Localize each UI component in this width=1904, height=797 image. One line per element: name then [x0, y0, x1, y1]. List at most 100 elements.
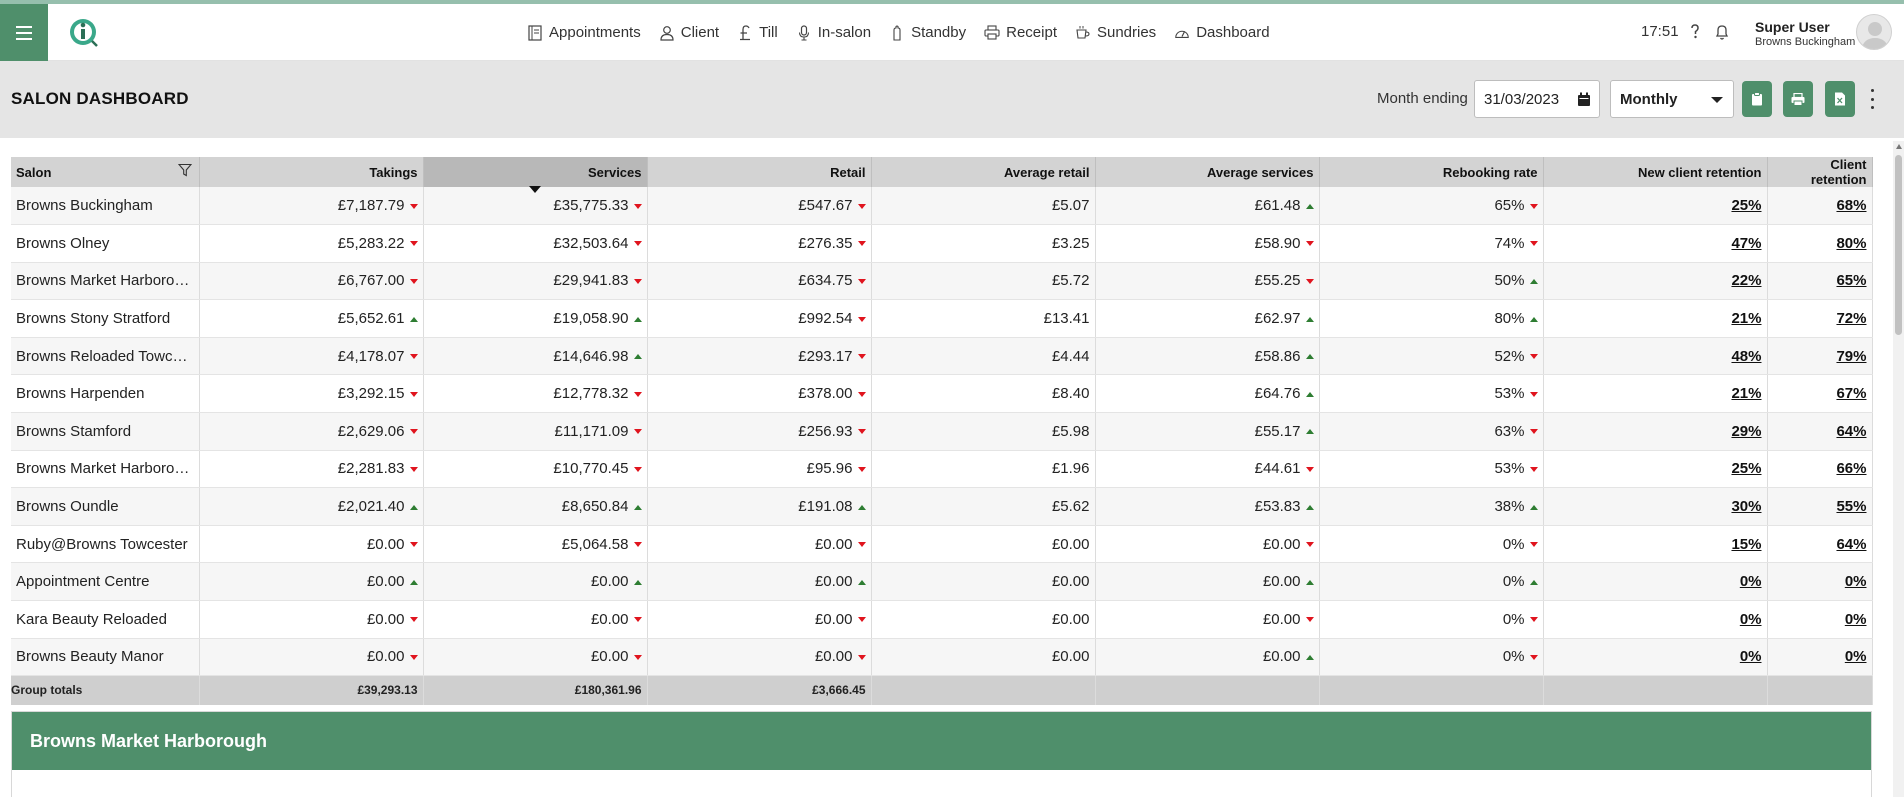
- client-retention-link[interactable]: 66%: [1836, 460, 1866, 477]
- scroll-up-icon[interactable]: [1896, 144, 1902, 149]
- cell-salon[interactable]: Browns Market Harborough: [11, 262, 200, 301]
- nav-item-standby[interactable]: Standby: [889, 24, 966, 42]
- cell-retail-value: £256.93: [798, 422, 853, 440]
- new-client-retention-link[interactable]: 25%: [1731, 197, 1761, 214]
- cell-salon[interactable]: Browns Beauty Manor: [11, 638, 200, 677]
- cell-salon[interactable]: Browns Stony Stratford: [11, 299, 200, 338]
- bell-icon[interactable]: [1714, 23, 1730, 41]
- column-header-salon[interactable]: Salon: [11, 157, 200, 187]
- cell-salon[interactable]: Browns Buckingham: [11, 187, 200, 226]
- app-logo[interactable]: [66, 16, 100, 50]
- column-label: Rebooking rate: [1442, 164, 1538, 180]
- column-header-services[interactable]: Services: [423, 157, 648, 193]
- new-client-retention-link[interactable]: 15%: [1731, 536, 1761, 553]
- trend-up-icon: [1305, 579, 1314, 585]
- cell-services-value: £0.00: [590, 648, 629, 666]
- column-header-takings[interactable]: Takings: [199, 157, 424, 187]
- client-retention-link[interactable]: 0%: [1845, 573, 1867, 590]
- nav-item-till[interactable]: Till: [737, 24, 778, 42]
- cell-salon[interactable]: Browns Reloaded Towcester: [11, 337, 200, 376]
- cell-salon-value: Browns Buckingham: [16, 197, 153, 215]
- table-row[interactable]: Browns Market Harborough £6,767.00 £29,941…: [11, 262, 1873, 301]
- cell-salon[interactable]: Browns Olney: [11, 224, 200, 263]
- client-retention-link[interactable]: 64%: [1836, 536, 1866, 553]
- month-ending-date-field[interactable]: 31/03/2023: [1474, 80, 1600, 118]
- client-retention-link[interactable]: 79%: [1836, 348, 1866, 365]
- user-icon: [659, 24, 675, 42]
- column-header-rebooking-rate[interactable]: Rebooking rate: [1319, 157, 1544, 187]
- cell-salon[interactable]: Kara Beauty Reloaded: [11, 600, 200, 639]
- cell-salon[interactable]: Browns Market Harborough: [11, 450, 200, 489]
- export-excel-button[interactable]: [1825, 81, 1855, 117]
- avatar[interactable]: [1856, 14, 1892, 50]
- nav-item-client[interactable]: Client: [659, 24, 719, 42]
- scrollbar-thumb[interactable]: [1895, 155, 1902, 335]
- new-client-retention-link[interactable]: 0%: [1740, 611, 1762, 628]
- hamburger-menu-button[interactable]: [0, 4, 48, 61]
- new-client-retention-link[interactable]: 21%: [1731, 385, 1761, 402]
- new-client-retention-link[interactable]: 30%: [1731, 498, 1761, 515]
- trend-down-icon: [1529, 241, 1538, 247]
- table-row[interactable]: Browns Oundle £2,021.40 £8,650.84 £191.08 £5…: [11, 487, 1873, 526]
- table-row[interactable]: Browns Reloaded Towcester £4,178.07 £14,64…: [11, 337, 1873, 376]
- table-row[interactable]: Ruby@Browns Towcester £0.00 £5,064.58 £0.00…: [11, 525, 1873, 564]
- table-row[interactable]: Browns Stamford £2,629.06 £11,171.09 £256.9…: [11, 412, 1873, 451]
- cell-salon[interactable]: Browns Harpenden: [11, 374, 200, 414]
- nav-item-dashboard[interactable]: Dashboard: [1174, 24, 1270, 42]
- column-header-average-retail[interactable]: Average retail: [871, 157, 1096, 187]
- client-retention-link[interactable]: 65%: [1836, 272, 1866, 289]
- nav-item-in-salon[interactable]: In-salon: [796, 24, 871, 42]
- column-header-new-client-retention[interactable]: New client retention: [1543, 157, 1768, 187]
- table-row[interactable]: Appointment Centre £0.00 £0.00 £0.00 £0.00 £0…: [11, 562, 1873, 602]
- cell-salon[interactable]: Browns Oundle: [11, 487, 200, 526]
- new-client-retention-link[interactable]: 29%: [1731, 423, 1761, 440]
- new-client-retention-link[interactable]: 22%: [1731, 272, 1761, 289]
- client-retention-link[interactable]: 0%: [1845, 611, 1867, 628]
- client-retention-link[interactable]: 67%: [1836, 385, 1866, 402]
- nav-item-receipt[interactable]: Receipt: [984, 24, 1057, 42]
- cell-salon[interactable]: Browns Stamford: [11, 412, 200, 451]
- more-options-icon[interactable]: [1871, 89, 1875, 109]
- cell-salon[interactable]: Ruby@Browns Towcester: [11, 525, 200, 564]
- client-retention-link[interactable]: 80%: [1836, 235, 1866, 252]
- cell-new-client-retention: 29%: [1543, 412, 1768, 451]
- nav-item-sundries[interactable]: Sundries: [1075, 24, 1156, 42]
- column-label: Client retention: [1810, 157, 1867, 187]
- table-row[interactable]: Browns Olney £5,283.22 £32,503.64 £276.35 £3…: [11, 224, 1873, 263]
- table-row[interactable]: Browns Beauty Manor £0.00 £0.00 £0.00 £0.00 £…: [11, 638, 1873, 677]
- new-client-retention-link[interactable]: 25%: [1731, 460, 1761, 477]
- client-retention-link[interactable]: 0%: [1845, 648, 1867, 665]
- clipboard-button[interactable]: [1742, 81, 1772, 117]
- client-retention-link[interactable]: 72%: [1836, 310, 1866, 327]
- column-header-retail[interactable]: Retail: [647, 157, 872, 187]
- client-retention-link[interactable]: 55%: [1836, 498, 1866, 515]
- new-client-retention-link[interactable]: 48%: [1731, 348, 1761, 365]
- new-client-retention-link[interactable]: 21%: [1731, 310, 1761, 327]
- user-name[interactable]: Super User: [1755, 19, 1830, 35]
- cell-average-services-value: £64.76: [1254, 385, 1301, 403]
- column-header-average-services[interactable]: Average services: [1095, 157, 1320, 187]
- page-scrollbar[interactable]: [1893, 141, 1904, 797]
- cell-salon[interactable]: Appointment Centre: [11, 562, 200, 602]
- table-row[interactable]: Browns Market Harborough £2,281.83 £10,770…: [11, 450, 1873, 489]
- trend-down-icon: [633, 279, 642, 285]
- period-select[interactable]: Monthly: [1610, 80, 1734, 118]
- help-icon[interactable]: [1687, 23, 1703, 41]
- new-client-retention-link[interactable]: 47%: [1731, 235, 1761, 252]
- table-row[interactable]: Browns Stony Stratford £5,652.61 £19,058.9…: [11, 299, 1873, 338]
- client-retention-link[interactable]: 64%: [1836, 423, 1866, 440]
- panel-title: Browns Market Harborough: [30, 730, 268, 751]
- table-row[interactable]: Kara Beauty Reloaded £0.00 £0.00 £0.00 £0.00…: [11, 600, 1873, 639]
- new-client-retention-link[interactable]: 0%: [1740, 648, 1762, 665]
- client-retention-link[interactable]: 68%: [1836, 197, 1866, 214]
- calendar-icon[interactable]: [1577, 92, 1591, 107]
- cell-average-retail: £5.62: [871, 487, 1096, 526]
- filter-icon[interactable]: [177, 163, 192, 177]
- nav-item-appointments[interactable]: Appointments: [527, 24, 641, 42]
- column-header-client-retention[interactable]: Client retention: [1767, 157, 1873, 187]
- table-row[interactable]: Browns Harpenden £3,292.15 £12,778.32 £378.…: [11, 374, 1873, 414]
- new-client-retention-link[interactable]: 0%: [1740, 573, 1762, 590]
- print-button[interactable]: [1783, 81, 1813, 117]
- cell-rebooking-rate: 65%: [1319, 187, 1544, 226]
- table-row[interactable]: Browns Buckingham £7,187.79 £35,775.33 £547…: [11, 187, 1873, 226]
